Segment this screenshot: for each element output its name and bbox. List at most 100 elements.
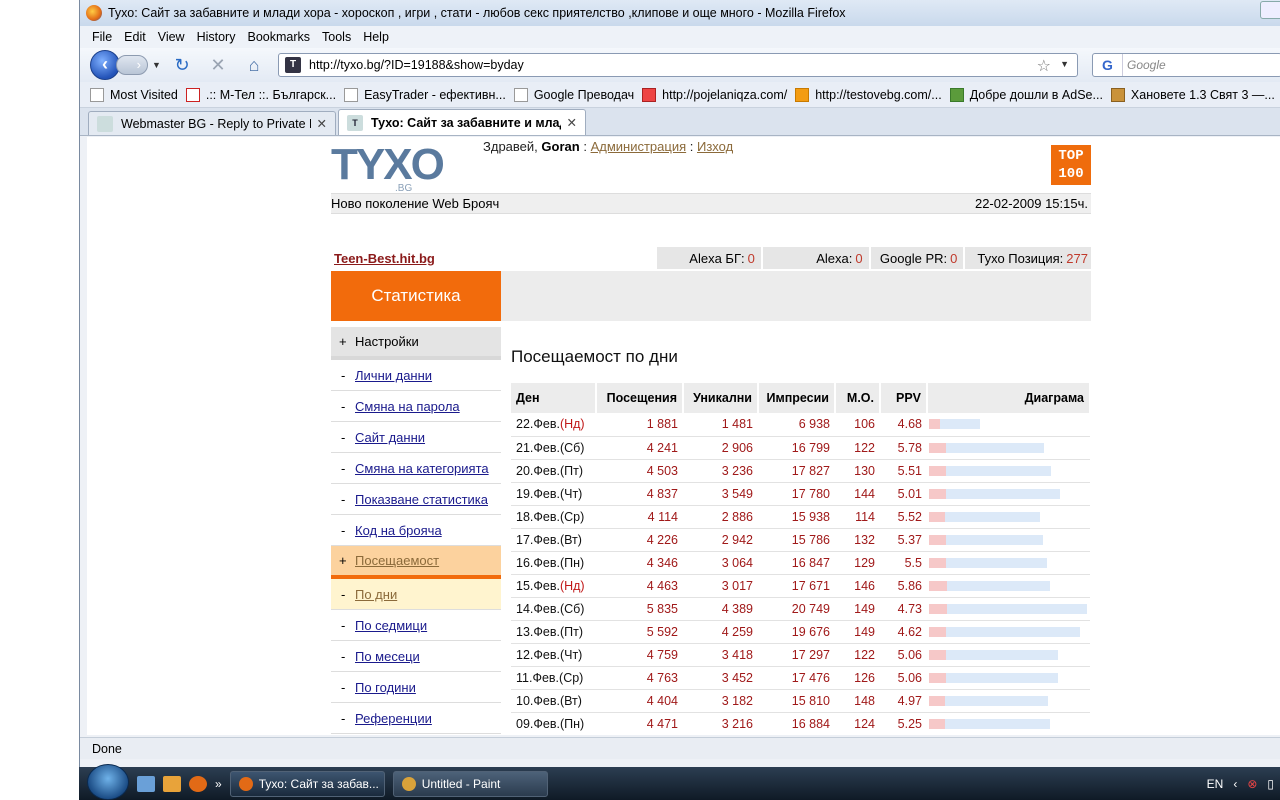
tab-close-icon[interactable]: ✕ (567, 115, 577, 130)
menu-history[interactable]: History (197, 30, 236, 44)
sidebar-link[interactable]: По години (355, 680, 416, 695)
sidebar-item-password[interactable]: - Смяна на парола (331, 391, 501, 422)
cell-mo: 146 (835, 574, 880, 598)
sidebar-item-show-stats[interactable]: - Показване статистика (331, 484, 501, 515)
menu-tools[interactable]: Tools (322, 30, 351, 44)
sidebar-item-by-month[interactable]: - По месеци (331, 641, 501, 672)
sidebar-link[interactable]: По дни (355, 587, 397, 602)
sidebar-item-by-week[interactable]: - По седмици (331, 610, 501, 641)
quicklaunch-more-icon[interactable]: » (215, 777, 222, 791)
bookmark-star-icon[interactable]: ☆ (1037, 56, 1051, 76)
home-icon[interactable]: ⌂ (240, 53, 268, 77)
cell-ppv: 5.06 (880, 643, 927, 667)
unique-bar (929, 718, 945, 729)
table-row: 13.Фев.(Пт) 5 592 4 259 19 676 149 4.62 (511, 620, 1090, 644)
visits-bar (929, 442, 1044, 453)
sidebar-link[interactable]: Лични данни (355, 368, 432, 383)
sidebar-link[interactable]: По месеци (355, 649, 420, 664)
taskbar-button-firefox[interactable]: Тухо: Сайт за забав... (229, 770, 385, 797)
table-row: 21.Фев.(Сб) 4 241 2 906 16 799 122 5.78 (511, 436, 1090, 460)
taskbar-label: Untitled - Paint (421, 776, 501, 791)
stop-icon[interactable]: ✕ (204, 53, 232, 77)
sidebar-link[interactable]: Смяна на категорията (355, 461, 489, 476)
sidebar-section-settings[interactable]: + Настройки (331, 327, 501, 360)
cell-visits: 5 835 (596, 597, 683, 621)
menu-file[interactable]: File (92, 30, 112, 44)
status-text: Done (92, 741, 122, 756)
chart-bar (929, 580, 1087, 591)
sidebar-item-site-data[interactable]: - Сайт данни (331, 422, 501, 453)
tab-close-icon[interactable]: ✕ (317, 116, 327, 131)
search-placeholder[interactable]: Google (1127, 58, 1166, 72)
sidebar-item-counter-code[interactable]: - Код на брояча (331, 515, 501, 546)
cell-mo: 132 (835, 528, 880, 552)
taskbar-button-paint[interactable]: Untitled - Paint (392, 770, 548, 797)
url-bar[interactable]: T http://tyxo.bg/?ID=19188&show=byday ☆ … (278, 53, 1078, 77)
cell-day: 19.Фев.(Чт) (511, 482, 596, 506)
search-box[interactable]: G Google (1092, 53, 1280, 77)
show-desktop-icon[interactable] (137, 775, 155, 792)
admin-link[interactable]: Администрация (591, 139, 687, 154)
datetime: 22-02-2009 15:15ч. (974, 196, 1088, 211)
logo-text: TYXO (331, 140, 445, 189)
bookmark-item[interactable]: http://pojelaniqza.com/ (642, 87, 787, 102)
tray-alert-icon[interactable]: ⊗ (1247, 777, 1257, 791)
stat-label: Alexa БГ: (689, 250, 745, 266)
sidebar-link[interactable]: Сайт данни (355, 430, 425, 445)
google-pr-cell: Google PR: 0 (870, 247, 964, 269)
sidebar-link[interactable]: По седмици (355, 618, 427, 633)
bookmark-item[interactable]: .:: М-Тел ::. Българск... (185, 87, 336, 102)
bookmark-item[interactable]: http://testovebg.com/... (795, 87, 942, 102)
language-indicator[interactable]: EN (1207, 777, 1224, 791)
sidebar-link[interactable]: Код на брояча (355, 523, 442, 538)
tray-icon[interactable]: ▯ (1267, 777, 1274, 791)
forward-button[interactable]: › (116, 55, 148, 75)
cell-day: 11.Фев.(Ср) (511, 666, 596, 690)
plus-icon: + (339, 553, 347, 568)
sidebar-item-referrers[interactable]: - Референции (331, 703, 501, 734)
taskbar-label: Тухо: Сайт за забав... (258, 776, 379, 791)
col-ppv: PPV (880, 383, 928, 413)
window-control-button[interactable] (1260, 1, 1280, 19)
logout-link[interactable]: Изход (697, 139, 733, 154)
top100-badge[interactable]: TOP 100 (1051, 145, 1091, 185)
section-link[interactable]: Посещаемост (355, 553, 439, 568)
start-button[interactable] (87, 763, 129, 800)
sidebar-link[interactable]: Референции (355, 711, 432, 726)
cell-mo: 122 (835, 436, 880, 460)
firefox-quicklaunch-icon[interactable] (189, 775, 207, 792)
table-row: 17.Фев.(Вт) 4 226 2 942 15 786 132 5.37 (511, 528, 1090, 552)
menu-help[interactable]: Help (363, 30, 389, 44)
tab-tyxo[interactable]: T Тухо: Сайт за забавните и млади... ✕ (338, 109, 586, 135)
sidebar-link[interactable]: Показване статистика (355, 492, 488, 507)
sidebar-item-by-year[interactable]: - По години (331, 672, 501, 703)
cell-impressions: 19 676 (758, 620, 835, 644)
day-date: 10.Фев. (516, 693, 560, 708)
bookmark-item[interactable]: Добре дошли в AdSe... (949, 87, 1103, 102)
page-viewport: TYXO .BG Здравей, Goran : Администрация … (87, 137, 1280, 735)
url-text[interactable]: http://tyxo.bg/?ID=19188&show=byday (309, 58, 524, 72)
cell-day: 12.Фев.(Чт) (511, 643, 596, 667)
sidebar-item-personal[interactable]: - Лични данни (331, 360, 501, 391)
tray-chevron-icon[interactable]: ‹ (1233, 777, 1237, 791)
day-weekday: (Пт) (559, 463, 583, 478)
google-icon[interactable]: G (1093, 54, 1123, 76)
bookmark-item[interactable]: Most Visited (90, 87, 178, 102)
menu-bookmarks[interactable]: Bookmarks (247, 30, 310, 44)
site-name-link[interactable]: Teen-Best.hit.bg (331, 251, 655, 266)
menu-edit[interactable]: Edit (124, 30, 146, 44)
history-dropdown-icon[interactable]: ▼ (152, 60, 161, 70)
bookmark-item[interactable]: EasyTrader - ефективн... (344, 87, 506, 102)
sidebar-item-by-day[interactable]: - По дни (331, 579, 501, 610)
quick-launch-icon[interactable] (163, 775, 181, 792)
bookmark-item[interactable]: Google Преводач (513, 87, 634, 102)
url-dropdown-icon[interactable]: ▼ (1060, 59, 1069, 69)
tab-webmaster[interactable]: Webmaster BG - Reply to Private M... ✕ (88, 111, 336, 135)
sidebar-link[interactable]: Смяна на парола (355, 399, 460, 414)
bookmark-item[interactable]: Хановете 1.3 Свят 3 —... (1110, 87, 1275, 102)
sidebar-section-traffic[interactable]: + Посещаемост (331, 546, 501, 579)
reload-icon[interactable]: ↻ (168, 53, 196, 77)
menu-view[interactable]: View (158, 30, 185, 44)
sidebar-item-category[interactable]: - Смяна на категорията (331, 453, 501, 484)
tyxo-logo[interactable]: TYXO .BG (331, 140, 445, 195)
